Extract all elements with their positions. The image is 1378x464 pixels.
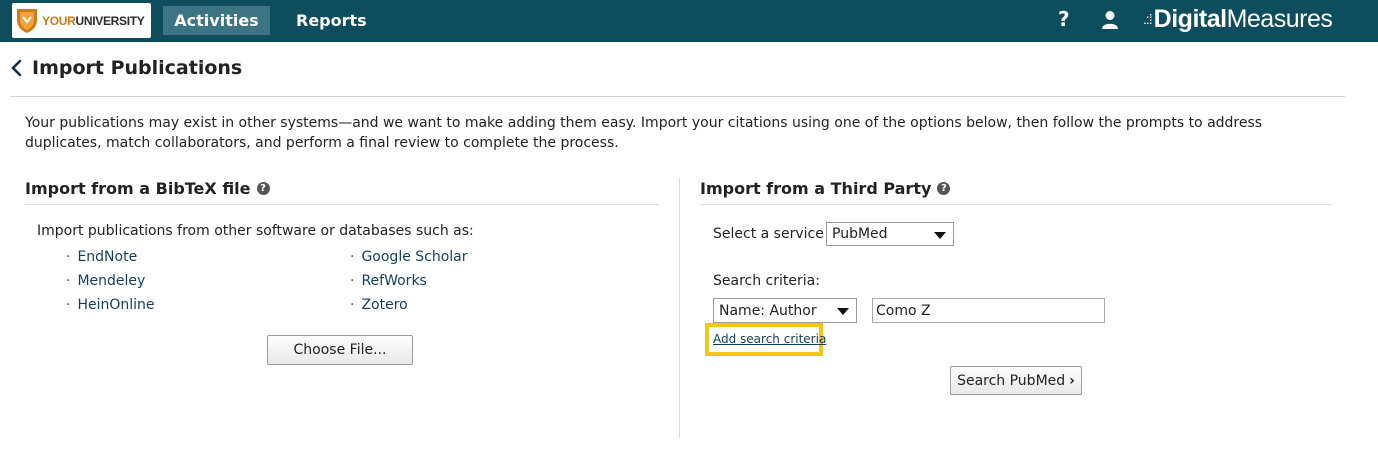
bibtex-divider xyxy=(25,204,659,205)
chevron-right-icon: › xyxy=(1069,372,1075,389)
top-nav-bar: YOURUNIVERSITY Activities Reports ? .:⁞D… xyxy=(0,0,1378,42)
source-item-zotero: · Zotero xyxy=(350,297,408,313)
help-icon[interactable]: ? xyxy=(1058,7,1070,31)
brand-dots-icon: .:⁞ xyxy=(1143,11,1153,27)
help-circle-icon[interactable]: ? xyxy=(256,182,270,195)
title-divider xyxy=(10,96,1345,97)
dropdown-caret-icon xyxy=(934,232,946,239)
source-item-mendeley: · Mendeley xyxy=(66,273,146,289)
source-item-google-scholar: · Google Scholar xyxy=(350,249,468,265)
nav-tab-reports[interactable]: Reports xyxy=(282,6,381,35)
intro-text: Your publications may exist in other sys… xyxy=(25,115,1263,151)
university-logo[interactable]: YOURUNIVERSITY xyxy=(12,3,151,38)
source-item-endnote: · EndNote xyxy=(66,249,138,265)
service-label: Select a service xyxy=(713,226,824,242)
section-separator xyxy=(679,178,680,438)
criteria-text-input[interactable] xyxy=(872,298,1105,323)
search-criteria-label: Search criteria: xyxy=(713,273,820,289)
criteria-field-select[interactable]: Name: Author xyxy=(713,298,857,323)
logo-text: YOURUNIVERSITY xyxy=(42,13,145,28)
page-header: Import Publications xyxy=(10,57,242,79)
nav-tab-activities[interactable]: Activities xyxy=(163,6,270,35)
service-select[interactable]: PubMed xyxy=(826,222,954,246)
source-item-heinonline: · HeinOnline xyxy=(66,297,155,313)
help-circle-icon[interactable]: ? xyxy=(937,182,951,195)
source-item-refworks: · RefWorks xyxy=(350,273,427,289)
bibtex-lead-text: Import publications from other software … xyxy=(37,223,474,239)
bibtex-heading-text: Import from a BibTeX file xyxy=(25,179,251,198)
add-search-criteria-link[interactable]: Add search criteria xyxy=(713,332,826,346)
third-party-divider xyxy=(700,204,1332,205)
third-party-heading: Import from a Third Party ? xyxy=(700,179,951,198)
third-party-heading-text: Import from a Third Party xyxy=(700,179,932,198)
page-title: Import Publications xyxy=(32,57,243,79)
search-pubmed-button[interactable]: Search PubMed › xyxy=(950,366,1082,395)
shield-logo-icon xyxy=(17,8,37,33)
bibtex-heading: Import from a BibTeX file ? xyxy=(25,179,270,198)
choose-file-button[interactable]: Choose File... xyxy=(267,335,413,365)
back-chevron-icon[interactable] xyxy=(10,59,24,77)
search-pubmed-label: Search PubMed xyxy=(957,372,1066,389)
service-select-value: PubMed xyxy=(832,226,888,242)
dropdown-caret-icon xyxy=(837,308,849,315)
user-icon[interactable] xyxy=(1101,10,1119,30)
digital-measures-logo: .:⁞DigitalMeasures xyxy=(1143,5,1333,33)
criteria-field-value: Name: Author xyxy=(719,302,817,319)
